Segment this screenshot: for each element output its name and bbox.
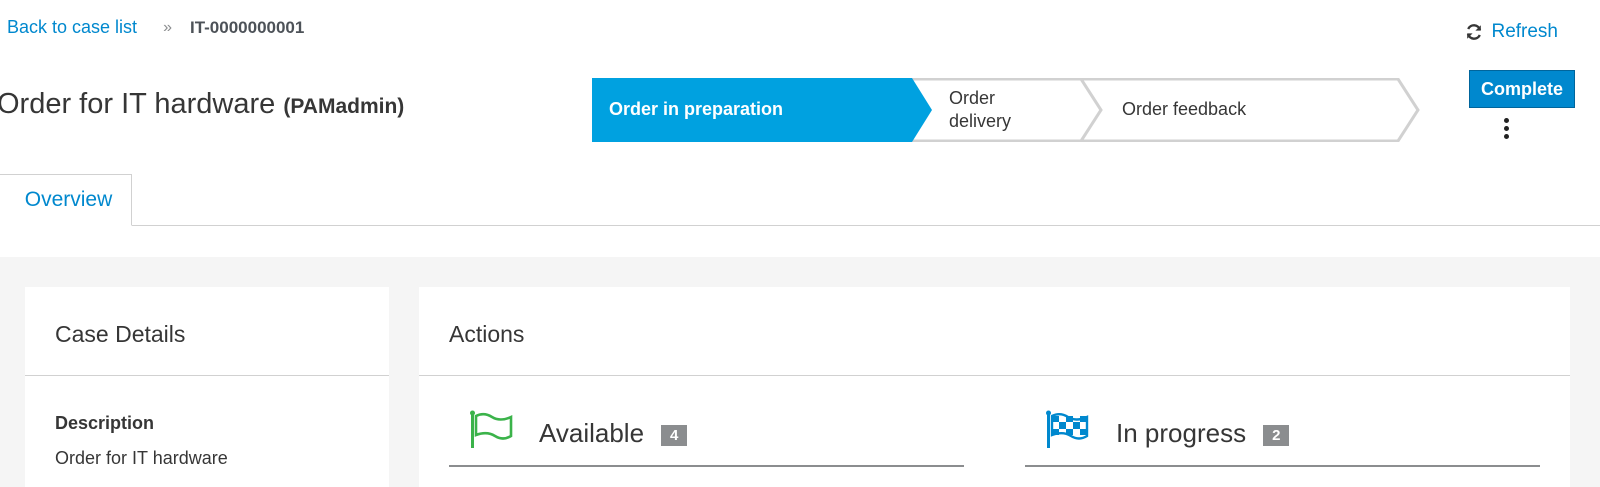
stage-order-delivery[interactable]: Order delivery	[949, 87, 1011, 133]
page-title: Order for IT hardware (PAMadmin)	[0, 88, 404, 121]
checkered-flag-icon	[1046, 410, 1090, 455]
refresh-label: Refresh	[1491, 21, 1558, 42]
divider	[25, 375, 389, 376]
in-progress-count-badge: 2	[1263, 425, 1290, 446]
stage-order-in-preparation[interactable]: Order in preparation	[609, 98, 783, 121]
tab-overview[interactable]: Overview	[0, 174, 132, 226]
breadcrumb-current: IT-0000000001	[189, 17, 305, 37]
refresh-icon	[1465, 23, 1483, 41]
in-progress-header: In progress 2	[1116, 418, 1290, 449]
actions-card: Actions	[419, 287, 1570, 487]
case-details-heading: Case Details	[55, 321, 186, 347]
back-to-case-list-link[interactable]: Back to case list	[7, 17, 137, 38]
case-title: Order for IT hardware	[0, 88, 276, 120]
actions-heading: Actions	[449, 321, 525, 347]
kebab-icon[interactable]	[1500, 118, 1512, 142]
tab-bar	[0, 225, 1600, 226]
description-label: Description	[55, 413, 155, 433]
available-underline	[449, 465, 964, 467]
stage-order-feedback[interactable]: Order feedback	[1122, 98, 1246, 121]
description-value: Order for IT hardware	[55, 448, 228, 468]
breadcrumb-separator: »	[163, 18, 172, 36]
flag-icon	[470, 410, 514, 455]
stage-order-delivery-line2: delivery	[949, 111, 1012, 131]
in-progress-label: In progress	[1116, 418, 1247, 448]
stage-progress: Order in preparation Order delivery Orde…	[592, 78, 1422, 142]
complete-button[interactable]: Complete	[1469, 70, 1575, 108]
breadcrumb: Back to case list » IT-0000000001	[7, 17, 304, 38]
refresh-button[interactable]: Refresh	[1465, 21, 1558, 43]
available-header: Available 4	[539, 418, 688, 449]
stage-order-delivery-line1: Order	[949, 88, 996, 108]
divider	[419, 375, 1570, 376]
case-owner: (PAMadmin)	[283, 95, 405, 118]
available-count-badge: 4	[661, 425, 688, 446]
in-progress-underline	[1025, 465, 1540, 467]
available-label: Available	[539, 418, 645, 448]
